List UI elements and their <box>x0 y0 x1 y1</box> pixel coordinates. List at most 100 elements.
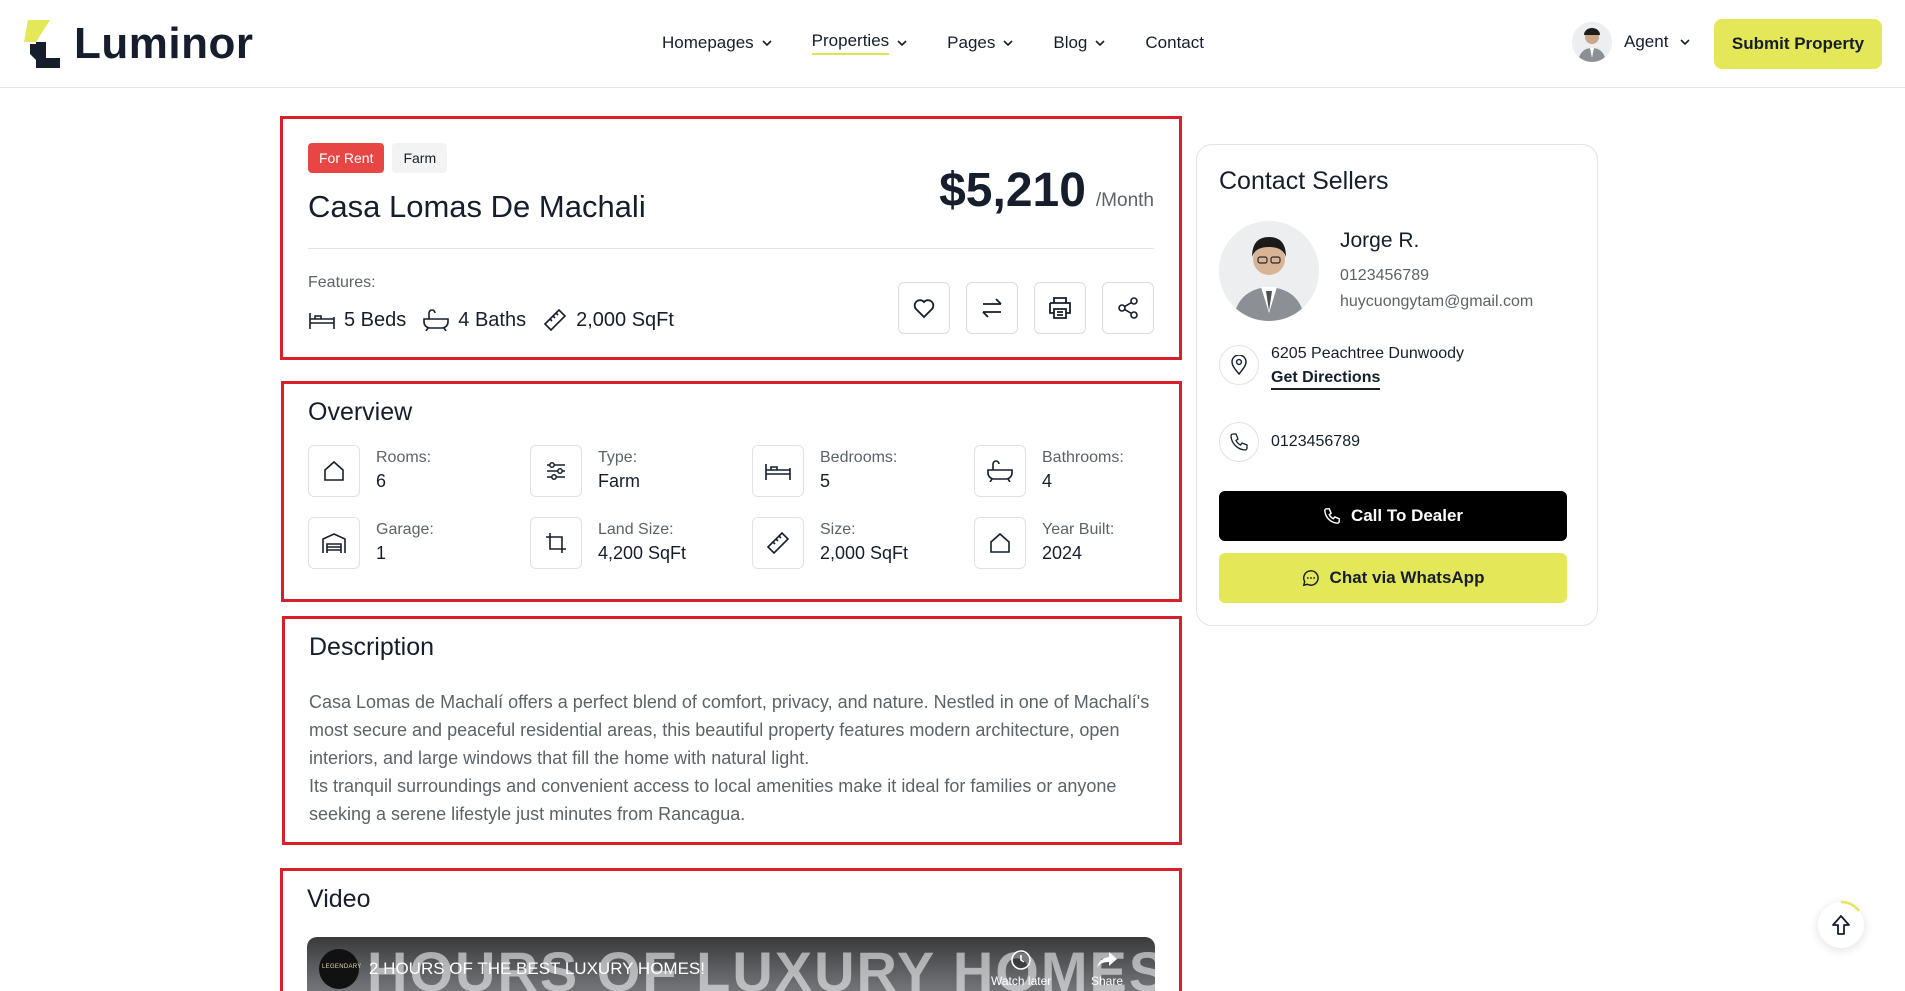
nav-label: Pages <box>947 33 996 52</box>
property-title: Casa Lomas De Machali <box>308 189 646 224</box>
house-icon <box>308 445 360 497</box>
section-title: Overview <box>308 398 413 426</box>
favorite-button[interactable] <box>898 282 950 334</box>
share-label: Share <box>1091 974 1124 988</box>
overview-label: Year Built: <box>1042 521 1115 538</box>
address-row: 6205 Peachtree Dunwoody Get Directions <box>1219 345 1464 390</box>
watch-later-label: Watch later <box>991 974 1052 988</box>
overview-label: Garage: <box>376 521 434 538</box>
bathtub-icon <box>974 445 1026 497</box>
nav-item-contact[interactable]: Contact <box>1145 31 1204 55</box>
nav-label: Blog <box>1053 33 1088 52</box>
get-directions-link[interactable]: Get Directions <box>1271 369 1381 390</box>
feature-size: 2,000 SqFt <box>542 307 674 333</box>
crop-icon <box>530 517 582 569</box>
clock-icon <box>1011 950 1031 970</box>
section-title: Video <box>307 885 371 913</box>
video-title[interactable]: 2 HOURS OF THE BEST LUXURY HOMES! <box>369 959 705 979</box>
divider <box>308 248 1154 249</box>
video-share-button[interactable]: Share <box>1091 949 1123 988</box>
contact-title: Contact Sellers <box>1219 167 1389 195</box>
share-arrow-icon <box>1097 952 1118 968</box>
whatsapp-label: Chat via WhatsApp <box>1329 568 1485 587</box>
price: $5,210 /Month <box>939 163 1154 218</box>
contact-sellers-card: Contact Sellers Jorge R. 0123456789 huyc… <box>1196 144 1598 626</box>
nav-item-pages[interactable]: Pages <box>947 31 1013 55</box>
video-player[interactable]: HOURS OF LUXURY HOMES LEGENDARY 2 HOURS … <box>307 937 1155 991</box>
overview-value: 2024 <box>1042 543 1083 563</box>
watch-later-button[interactable]: Watch later <box>991 949 1051 988</box>
feature-text: 5 Beds <box>344 308 407 331</box>
nav-item-properties[interactable]: Properties <box>811 31 907 55</box>
share-button[interactable] <box>1102 282 1154 334</box>
overview-value: 6 <box>376 471 387 491</box>
overview-value: 1 <box>376 543 387 563</box>
phone-icon <box>1324 508 1340 524</box>
type-badge[interactable]: Farm <box>392 143 448 173</box>
video-section: Video HOURS OF LUXURY HOMES LEGENDARY 2 … <box>280 868 1182 991</box>
person-icon <box>1572 22 1612 62</box>
logo[interactable]: Luminor <box>24 19 253 69</box>
whatsapp-button[interactable]: Chat via WhatsApp <box>1219 553 1567 603</box>
overview-value: 5 <box>820 471 831 491</box>
scroll-to-top-button[interactable] <box>1818 900 1864 948</box>
nav-item-blog[interactable]: Blog <box>1053 31 1105 55</box>
person-icon <box>1219 221 1319 321</box>
overview-label: Bathrooms: <box>1042 449 1124 466</box>
seller-phone[interactable]: 0123456789 <box>1340 267 1429 285</box>
heart-icon <box>913 299 935 319</box>
overview-item-bedrooms: Bedrooms: 5 <box>752 445 974 497</box>
seller-email[interactable]: huycuongytam@gmail.com <box>1340 293 1533 311</box>
brand-name: Luminor <box>74 19 254 68</box>
compare-button[interactable] <box>966 282 1018 334</box>
section-title: Description <box>309 633 435 661</box>
address-text: 6205 Peachtree Dunwoody <box>1271 345 1465 362</box>
house-icon <box>974 517 1026 569</box>
garage-icon <box>308 517 360 569</box>
print-button[interactable] <box>1034 282 1086 334</box>
overview-label: Size: <box>820 521 856 538</box>
description-paragraph: Casa Lomas de Machalí offers a perfect b… <box>309 692 1150 768</box>
call-to-dealer-button[interactable]: Call To Dealer <box>1219 491 1567 541</box>
overview-item-year-built: Year Built: 2024 <box>974 517 1196 569</box>
property-summary-card: For Rent Farm Casa Lomas De Machali $5,2… <box>280 116 1182 360</box>
overview-item-size: Size: 2,000 SqFt <box>752 517 974 569</box>
seller-name: Jorge R. <box>1340 229 1420 252</box>
submit-property-button[interactable]: Submit Property <box>1714 19 1882 69</box>
overview-item-garage: Garage: 1 <box>308 517 530 569</box>
nav-item-homepages[interactable]: Homepages <box>662 31 772 55</box>
ruler-icon <box>752 517 804 569</box>
feature-text: 4 Baths <box>458 308 527 331</box>
overview-section: Overview Rooms: 6 Type: Farm Bedrooms: 5 Ba… <box>281 381 1182 602</box>
printer-icon <box>1049 297 1071 319</box>
phone-text[interactable]: 0123456789 <box>1271 433 1360 451</box>
bed-icon <box>309 313 335 329</box>
chevron-down-icon <box>1095 40 1105 47</box>
badges: For Rent Farm <box>308 143 448 173</box>
feature-baths: 4 Baths <box>422 307 526 333</box>
description-section: Description Casa Lomas de Machalí offers… <box>282 616 1182 845</box>
phone-icon <box>1219 422 1259 462</box>
avatar <box>1572 22 1612 62</box>
ruler-icon <box>543 308 567 332</box>
scroll-progress-ring <box>1840 900 1860 912</box>
bathtub-icon <box>423 309 450 331</box>
overview-item-bathrooms: Bathrooms: 4 <box>974 445 1196 497</box>
agent-menu[interactable]: Agent <box>1572 22 1691 62</box>
channel-avatar[interactable]: LEGENDARY <box>319 949 361 989</box>
price-amount: $5,210 <box>939 164 1086 217</box>
overview-value: Farm <box>598 471 640 491</box>
feature-beds: 5 Beds <box>308 307 406 333</box>
share-icon <box>1118 297 1138 319</box>
overview-value: 4,200 SqFt <box>598 543 687 563</box>
overview-label: Bedrooms: <box>820 449 898 466</box>
overview-label: Land Size: <box>598 521 674 538</box>
description-text: Casa Lomas de Machalí offers a perfect b… <box>309 688 1159 828</box>
overview-item-rooms: Rooms: 6 <box>308 445 530 497</box>
chat-bubble-icon <box>1302 570 1319 587</box>
overview-grid: Rooms: 6 Type: Farm Bedrooms: 5 Bathrooms: 4… <box>308 445 1158 569</box>
features-label: Features: <box>308 274 376 291</box>
overview-label: Type: <box>598 449 638 466</box>
site-header: Luminor Homepages Properties Pages Blog … <box>0 0 1905 88</box>
for-rent-badge[interactable]: For Rent <box>308 143 385 173</box>
